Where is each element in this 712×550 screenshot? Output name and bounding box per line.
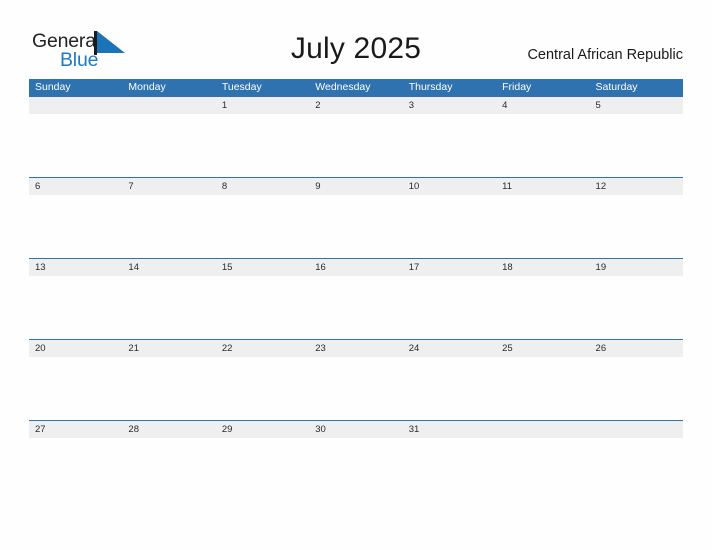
day-cell[interactable]: 4	[496, 97, 589, 114]
day-cell[interactable]: 15	[216, 259, 309, 276]
calendar-page: General Blue July 2025 Central African R…	[0, 0, 712, 550]
day-cell[interactable]: 26	[590, 340, 683, 357]
calendar-week-row: 6 7 8 9 10 11 12	[29, 177, 683, 258]
weekday-header-thursday: Thursday	[408, 81, 453, 93]
day-cell[interactable]: 23	[309, 340, 402, 357]
day-cell[interactable]: 13	[29, 259, 122, 276]
day-cell[interactable]: 29	[216, 421, 309, 438]
week-body-area	[29, 114, 683, 177]
day-cell[interactable]: 22	[216, 340, 309, 357]
day-cell[interactable]: 31	[403, 421, 496, 438]
day-cell[interactable]	[496, 421, 589, 438]
calendar-week-row: 1 2 3 4 5	[29, 96, 683, 177]
day-cell[interactable]: 10	[403, 178, 496, 195]
week-body-area	[29, 276, 683, 339]
calendar-week-row: 27 28 29 30 31	[29, 420, 683, 501]
weekday-header-saturday: Saturday	[595, 81, 638, 93]
day-cell[interactable]: 11	[496, 178, 589, 195]
week-body-area	[29, 438, 683, 501]
page-header: General Blue July 2025 Central African R…	[0, 0, 712, 78]
day-cell[interactable]: 8	[216, 178, 309, 195]
weekday-header-monday: Monday	[128, 81, 166, 93]
week-date-band: 6 7 8 9 10 11 12	[29, 178, 683, 195]
day-cell[interactable]: 20	[29, 340, 122, 357]
day-cell[interactable]: 3	[403, 97, 496, 114]
day-cell[interactable]: 24	[403, 340, 496, 357]
weekday-header-tuesday: Tuesday	[221, 81, 262, 93]
day-cell[interactable]	[122, 97, 215, 114]
day-cell[interactable]: 17	[403, 259, 496, 276]
day-cell[interactable]: 27	[29, 421, 122, 438]
day-cell[interactable]: 25	[496, 340, 589, 357]
weekday-header-wednesday: Wednesday	[315, 81, 371, 93]
week-body-area	[29, 195, 683, 258]
day-cell[interactable]: 5	[590, 97, 683, 114]
weekday-header-sunday: Sunday	[35, 81, 71, 93]
week-date-band: 20 21 22 23 24 25 26	[29, 340, 683, 357]
week-date-band: 1 2 3 4 5	[29, 97, 683, 114]
day-cell[interactable]: 7	[122, 178, 215, 195]
location-label: Central African Republic	[527, 47, 683, 63]
day-cell[interactable]: 16	[309, 259, 402, 276]
week-date-band: 13 14 15 16 17 18 19	[29, 259, 683, 276]
calendar-week-row: 20 21 22 23 24 25 26	[29, 339, 683, 420]
day-cell[interactable]	[590, 421, 683, 438]
day-cell[interactable]: 12	[590, 178, 683, 195]
day-cell[interactable]: 19	[590, 259, 683, 276]
calendar-week-row: 13 14 15 16 17 18 19	[29, 258, 683, 339]
weekday-header-friday: Friday	[502, 81, 532, 93]
calendar-grid: Sunday Monday Tuesday Wednesday Thursday…	[29, 79, 683, 501]
week-body-area	[29, 357, 683, 420]
day-cell[interactable]: 2	[309, 97, 402, 114]
day-cell[interactable]: 9	[309, 178, 402, 195]
day-cell[interactable]: 21	[122, 340, 215, 357]
day-cell[interactable]: 1	[216, 97, 309, 114]
day-cell[interactable]: 18	[496, 259, 589, 276]
day-cell[interactable]: 6	[29, 178, 122, 195]
day-cell[interactable]	[29, 97, 122, 114]
weekday-header-row: Sunday Monday Tuesday Wednesday Thursday…	[29, 79, 683, 96]
day-cell[interactable]: 30	[309, 421, 402, 438]
day-cell[interactable]: 28	[122, 421, 215, 438]
day-cell[interactable]: 14	[122, 259, 215, 276]
week-date-band: 27 28 29 30 31	[29, 421, 683, 438]
